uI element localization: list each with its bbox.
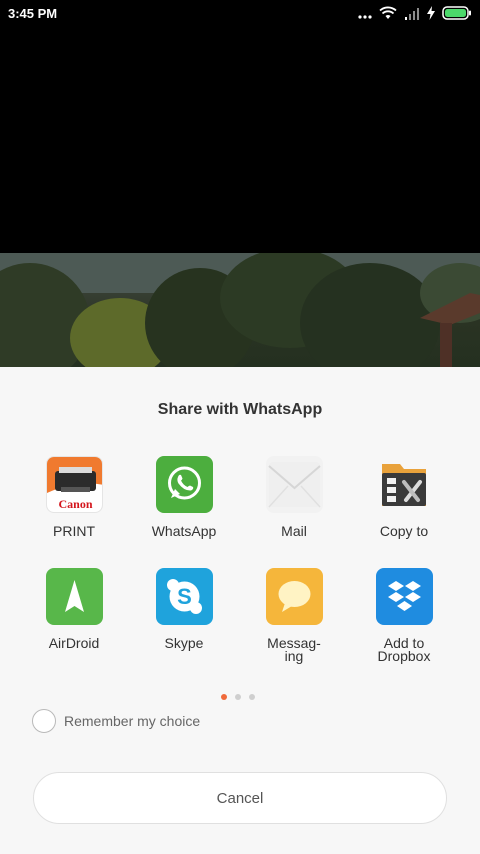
messaging-icon — [265, 568, 323, 625]
background-photo — [0, 253, 480, 367]
share-option-label: PRINT — [53, 523, 95, 539]
charging-icon — [427, 6, 435, 25]
page-dot — [249, 694, 255, 700]
mail-icon — [265, 456, 323, 513]
status-time: 3:45 PM — [8, 6, 58, 21]
share-option-skype[interactable]: S Skype — [129, 568, 239, 650]
cancel-button[interactable]: Cancel — [33, 772, 447, 824]
remember-label: Remember my choice — [64, 713, 201, 729]
wifi-icon — [379, 6, 397, 25]
share-option-copy-to[interactable]: Copy to — [349, 456, 459, 538]
share-sheet-title: Share with WhatsApp — [157, 401, 323, 418]
status-icons — [358, 6, 472, 25]
svg-text:Canon: Canon — [58, 497, 92, 511]
page-dot — [235, 694, 241, 700]
file-manager-icon — [376, 456, 433, 513]
svg-text:S: S — [177, 584, 192, 609]
share-option-label: Add to Dropbox — [377, 635, 431, 664]
dropbox-icon — [375, 568, 433, 625]
status-bar: 3:45 PM — [0, 0, 480, 28]
page-dot-active — [221, 694, 227, 700]
share-option-label: Copy to — [379, 523, 429, 539]
share-option-mail[interactable]: Mail — [239, 456, 349, 538]
share-option-label: Skype — [164, 635, 204, 651]
share-option-whatsapp[interactable]: WhatsApp — [129, 456, 239, 538]
share-option-messaging[interactable]: Messag- ing — [239, 568, 349, 663]
share-option-label: Messag- ing — [267, 635, 321, 664]
share-option-label: WhatsApp — [151, 523, 217, 539]
share-option-airdroid[interactable]: AirDroid — [19, 568, 129, 650]
more-dots-icon — [358, 7, 372, 25]
share-sheet: Share with WhatsApp Canon PRINT WhatsApp — [0, 367, 480, 854]
share-option-dropbox[interactable]: Add to Dropbox — [349, 568, 459, 663]
battery-icon — [442, 6, 472, 25]
page-indicator — [221, 694, 255, 700]
share-option-print[interactable]: Canon PRINT — [19, 456, 129, 538]
remember-choice[interactable]: Remember my choice — [32, 709, 200, 733]
signal-icon — [404, 7, 420, 25]
remember-checkbox[interactable] — [32, 709, 56, 733]
share-option-label: Mail — [281, 523, 307, 539]
whatsapp-icon — [155, 456, 213, 513]
canon-print-icon: Canon — [45, 456, 103, 513]
share-option-label: AirDroid — [48, 635, 100, 651]
airdroid-icon — [45, 568, 103, 625]
skype-icon: S — [155, 568, 213, 625]
